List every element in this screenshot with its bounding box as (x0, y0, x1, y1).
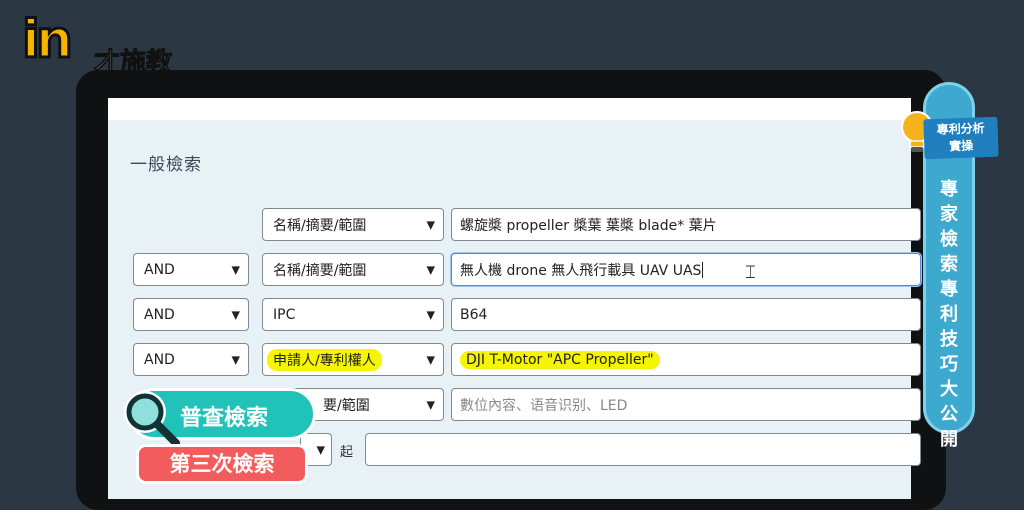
chevron-down-icon: ▼ (231, 353, 240, 366)
field-select-1[interactable]: 名稱/摘要/範圍 ▼ (262, 208, 444, 241)
operator-select-2-value: AND (144, 261, 175, 278)
vertical-banner-char: 巧 (940, 354, 958, 375)
chevron-down-icon: ▼ (426, 218, 435, 231)
logo-mark: in (21, 10, 75, 70)
chevron-down-icon: ▼ (231, 263, 240, 276)
query-input-2[interactable]: 無人機 drone 無人飛行載具 UAV UAS (451, 253, 921, 286)
vertical-banner-char: 公 (940, 404, 958, 425)
screen-topbar (108, 98, 911, 120)
query-input-1-value: 螺旋槳 propeller 槳葉 葉槳 blade* 葉片 (460, 217, 717, 234)
field-select-2-value: 名稱/摘要/範圍 (273, 262, 367, 279)
vertical-banner-char: 專 (940, 279, 958, 300)
section-title: 一般檢索 (130, 155, 202, 175)
third-search-badge: 第三次檢索 (136, 444, 308, 484)
field-select-3[interactable]: IPC ▼ (262, 298, 444, 331)
query-input-1[interactable]: 螺旋槳 propeller 槳葉 葉槳 blade* 葉片 (451, 208, 921, 241)
operator-select-4[interactable]: AND ▼ (133, 343, 249, 376)
vertical-banner-char: 檢 (940, 229, 958, 250)
operator-select-2[interactable]: AND ▼ (133, 253, 249, 286)
operator-select-3-value: AND (144, 306, 175, 323)
vertical-banner-char: 利 (940, 304, 958, 325)
pucha-badge-text: 普查檢索 (180, 406, 269, 431)
ibeam-cursor-icon: ⌶ (745, 263, 756, 283)
query-input-3[interactable]: B64 (451, 298, 921, 331)
field-select-4[interactable]: 申請人/專利權人 ▼ (262, 343, 444, 376)
vertical-banner-char: 索 (940, 254, 958, 275)
from-label: 起 (340, 445, 354, 460)
query-input-4-value: DJI T-Motor "APC Propeller" (460, 350, 660, 369)
chevron-down-icon: ▼ (231, 308, 240, 321)
chevron-down-icon: ▼ (426, 353, 435, 366)
chevron-down-icon: ▼ (426, 308, 435, 321)
date-from-input[interactable] (365, 433, 921, 466)
vertical-banner-char: 家 (940, 204, 958, 225)
field-select-3-value: IPC (273, 306, 296, 323)
vertical-banner-text: 專家檢索專利技巧大公開 (926, 177, 972, 452)
text-caret (702, 261, 704, 278)
operator-select-3[interactable]: AND ▼ (133, 298, 249, 331)
query-input-5[interactable]: 數位內容、语音识别、LED (451, 388, 921, 421)
chevron-down-icon: ▼ (316, 443, 325, 456)
chevron-down-icon: ▼ (426, 398, 435, 411)
field-select-1-value: 名稱/摘要/範圍 (273, 217, 367, 234)
vertical-banner-char: 大 (940, 379, 958, 400)
badge-patent-analysis: 專利分析 實操 (923, 116, 999, 160)
query-input-4[interactable]: DJI T-Motor "APC Propeller" (451, 343, 921, 376)
field-select-4-value: 申請人/專利權人 (267, 348, 382, 371)
badge-line2: 實操 (949, 138, 974, 154)
field-select-2[interactable]: 名稱/摘要/範圍 ▼ (262, 253, 444, 286)
query-input-3-value: B64 (460, 306, 488, 323)
vertical-banner-char: 開 (940, 429, 958, 450)
vertical-banner-char: 技 (940, 329, 958, 350)
magnifier-icon (124, 391, 180, 447)
query-input-2-value: 無人機 drone 無人飛行載具 UAV UAS (460, 262, 702, 279)
chevron-down-icon: ▼ (426, 263, 435, 276)
query-input-5-placeholder: 數位內容、语音识别、LED (460, 397, 628, 414)
vertical-banner-char: 專 (940, 179, 958, 200)
operator-select-4-value: AND (144, 351, 175, 368)
